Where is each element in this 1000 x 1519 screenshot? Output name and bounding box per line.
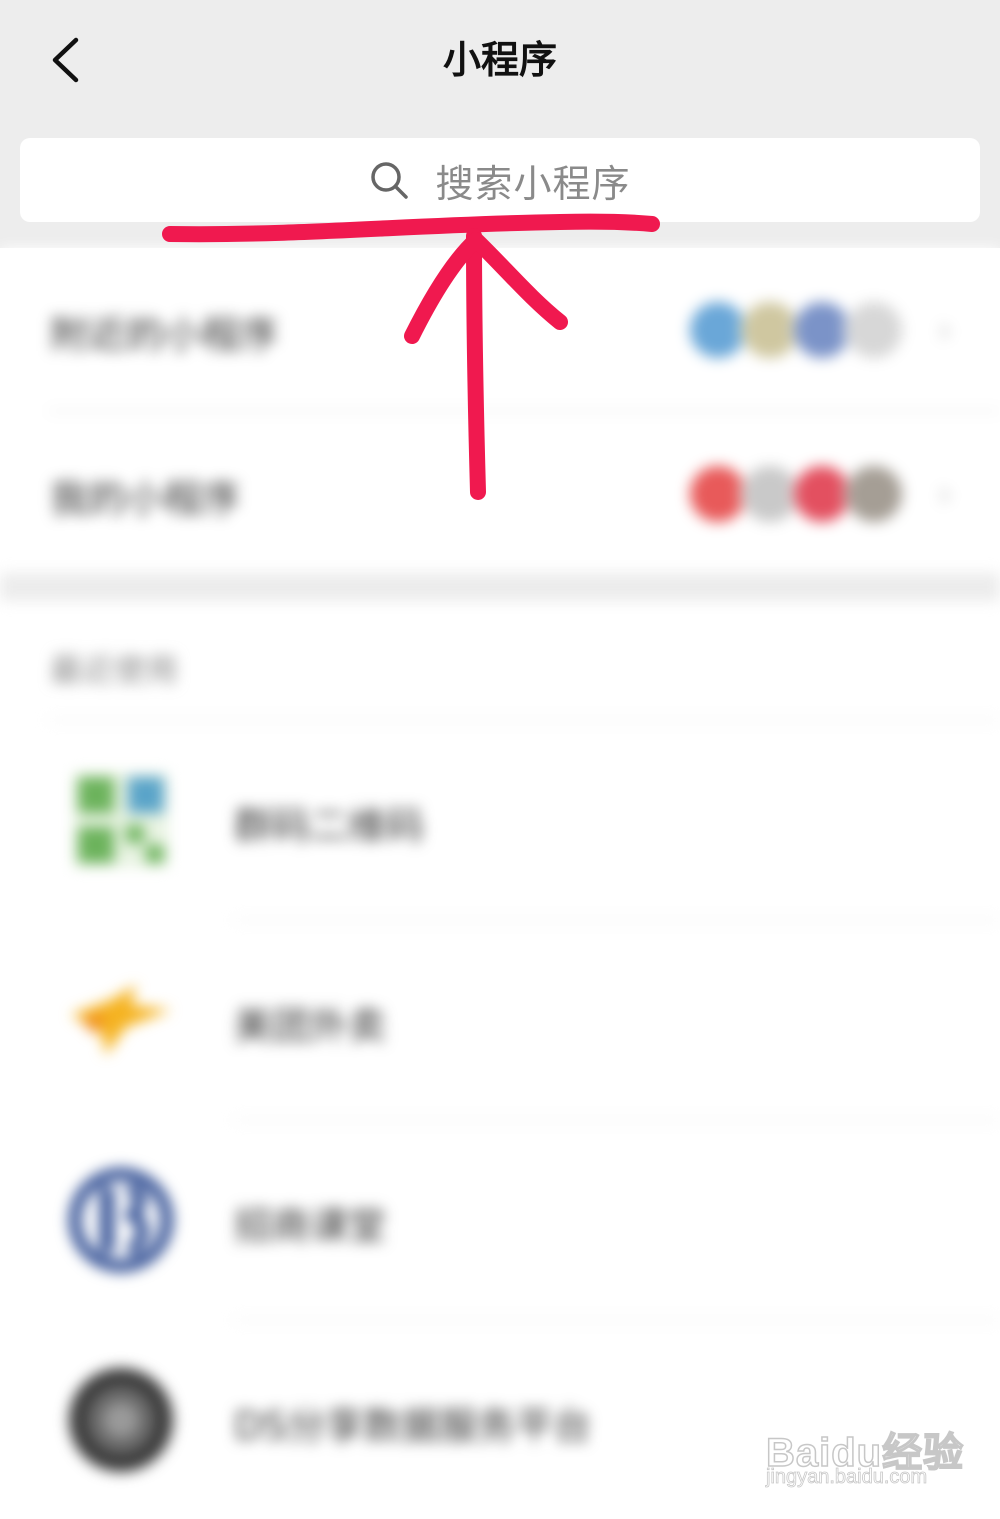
avatar: [740, 464, 800, 524]
baidu-watermark: Baidu经验 jingyan.baidu.com: [765, 1410, 966, 1500]
app-name: 招商课堂: [234, 1204, 387, 1248]
avatar: [844, 464, 904, 524]
avatar: [688, 300, 748, 360]
top-bar: 小程序 搜索小程序: [0, 0, 1000, 248]
chevron-right-icon: ›: [937, 474, 952, 515]
nearby-mini-programs-row[interactable]: 附近的小程序 ›: [0, 248, 1000, 412]
avatar-group: [688, 464, 904, 524]
search-icon: [369, 160, 409, 200]
chevron-right-icon: ›: [937, 310, 952, 351]
avatar: [792, 300, 852, 360]
section-separator: [0, 573, 1000, 601]
menu-label: 附近的小程序: [50, 313, 279, 357]
my-mini-programs-row[interactable]: 我的小程序 ›: [0, 412, 1000, 574]
watermark-url: jingyan.baidu.com: [766, 1466, 928, 1489]
page-title: 小程序: [442, 38, 557, 82]
kangaroo-app-icon: [71, 985, 171, 1055]
list-item[interactable]: 招商课堂: [0, 1121, 1000, 1321]
app-name: 美团外卖: [234, 1004, 387, 1048]
list-item[interactable]: 群码二维码: [0, 721, 1000, 921]
menu-section: 附近的小程序 › 我的小程序 ›: [0, 248, 1000, 573]
qr-code-app-icon: [74, 773, 168, 867]
app-name: 群码二维码: [234, 804, 425, 848]
avatar: [792, 464, 852, 524]
avatar: [688, 464, 748, 524]
menu-label: 我的小程序: [50, 477, 241, 521]
avatar-group: [688, 300, 904, 360]
search-bar[interactable]: 搜索小程序: [20, 138, 980, 222]
avatar: [844, 300, 904, 360]
app-name: DS分享数据服务平台: [234, 1404, 592, 1448]
list-item[interactable]: 美团外卖: [0, 921, 1000, 1121]
recent-section: 最近使用 群码二维码 美团外卖 招商课堂 DS分享数据服务平台: [0, 601, 1000, 1514]
avatar: [740, 300, 800, 360]
section-header: 最近使用: [50, 651, 179, 689]
search-placeholder: 搜索小程序: [435, 161, 631, 206]
circle-logo-app-icon: [69, 1168, 173, 1272]
dark-circle-app-icon: [69, 1368, 173, 1472]
